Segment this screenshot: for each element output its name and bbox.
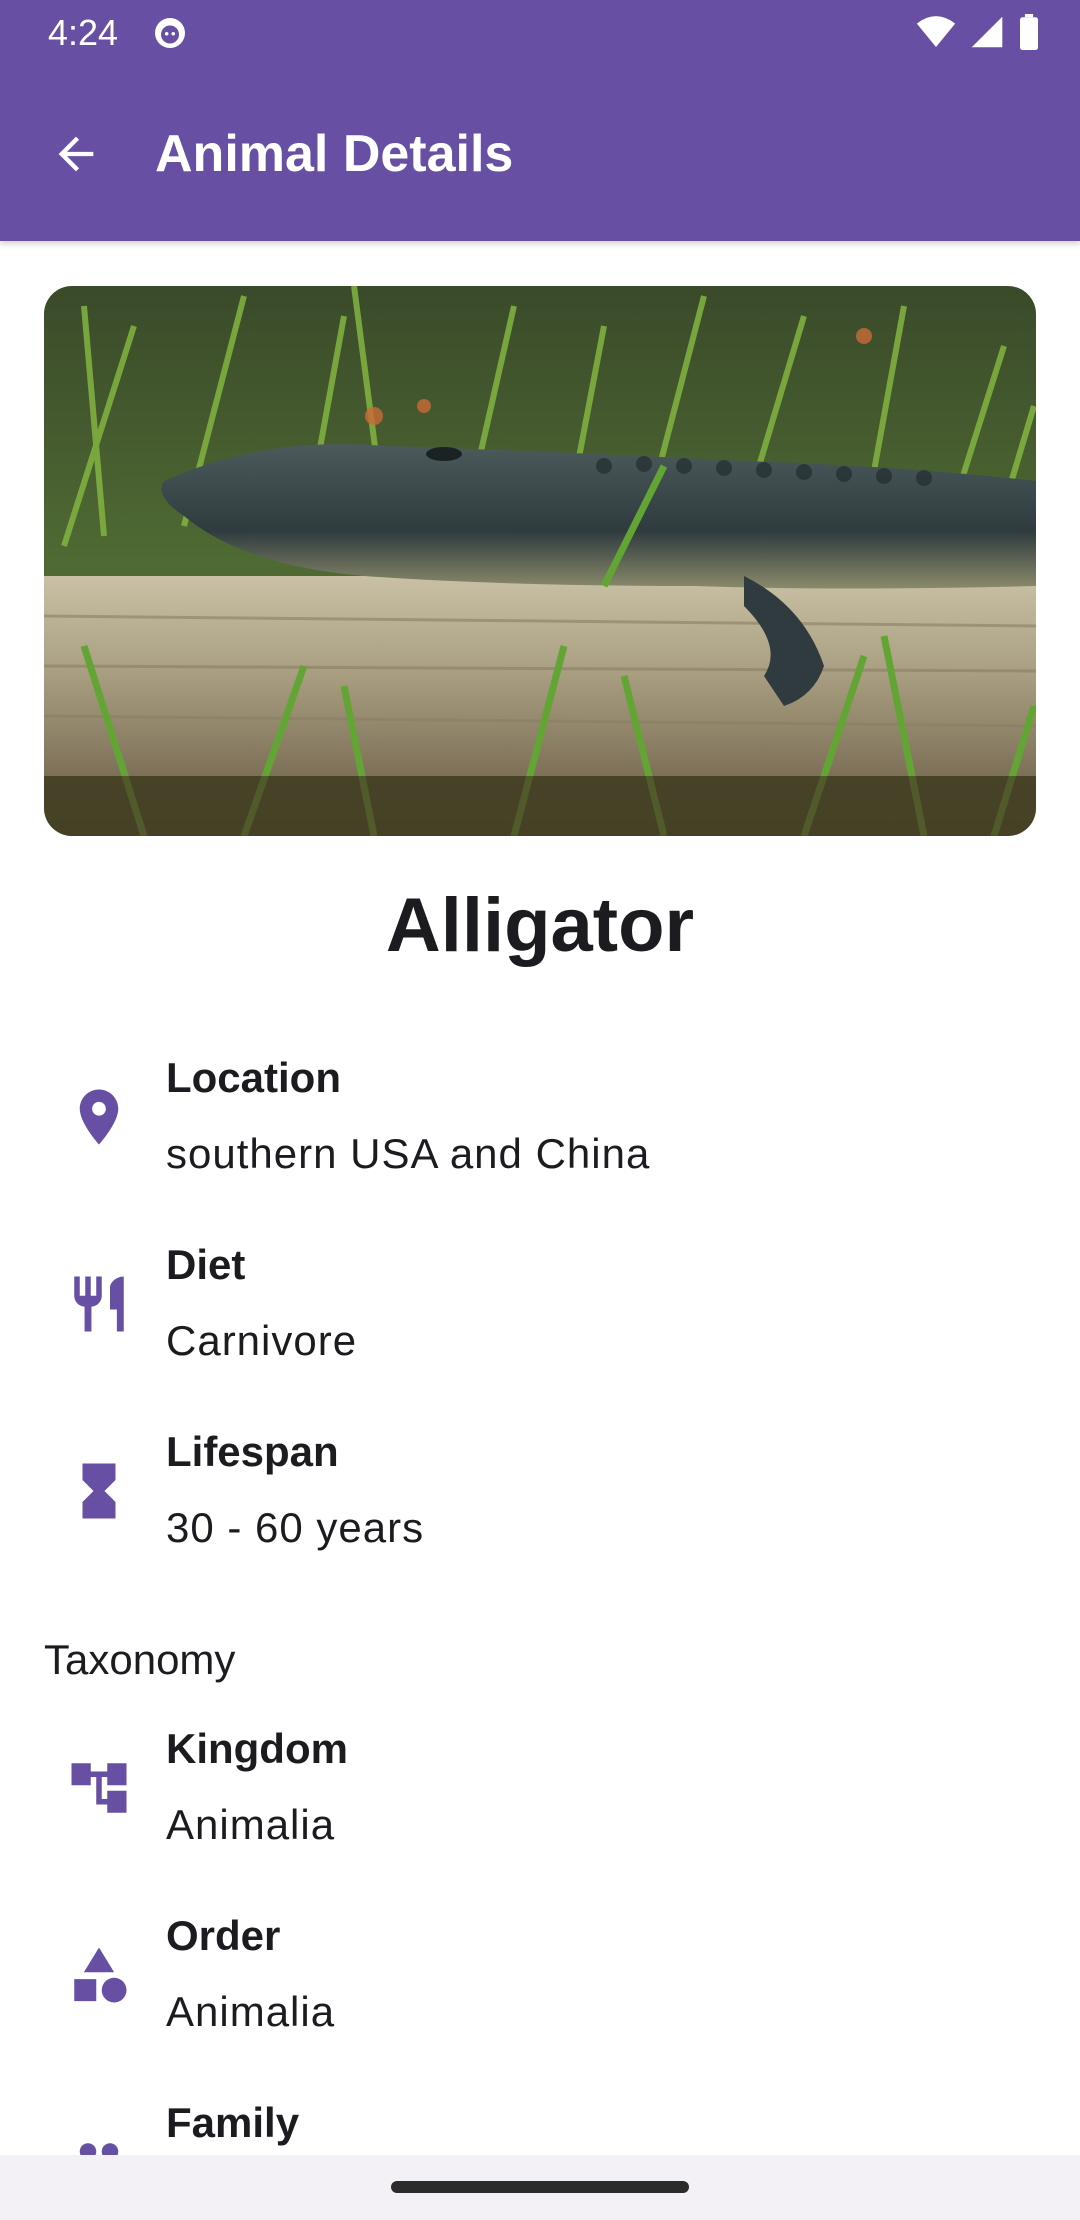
location-pin-icon [79, 1089, 119, 1145]
taxonomy-row-kingdom: Kingdom Animalia [0, 1721, 1080, 1871]
status-icons [916, 14, 1040, 50]
arrow-back-icon [58, 136, 94, 172]
taxonomy-label: Family [166, 2099, 300, 2146]
taxonomy-label: Kingdom [166, 1725, 348, 1772]
battery-icon [1020, 14, 1038, 50]
detail-row-lifespan: Lifespan 30 - 60 years [0, 1424, 1080, 1574]
animal-image [44, 286, 1036, 836]
hierarchy-icon [71, 1763, 127, 1813]
home-gesture-handle[interactable] [391, 2181, 689, 2193]
detail-label: Location [166, 1054, 341, 1101]
app-bar-title: Animal Details [155, 125, 514, 183]
cell-signal-icon [971, 16, 1003, 48]
taxonomy-section-title: Taxonomy [44, 1636, 236, 1683]
taxonomy-label: Order [166, 1912, 281, 1959]
detail-label: Diet [166, 1241, 246, 1288]
animal-name: Alligator [385, 883, 695, 968]
hourglass-icon [82, 1463, 116, 1519]
detail-row-location: Location southern USA and China [0, 1050, 1080, 1200]
detail-row-diet: Diet Carnivore [0, 1237, 1080, 1387]
shapes-icon [74, 1947, 127, 2003]
notification-app-icon [155, 18, 185, 48]
wifi-icon [916, 16, 956, 47]
detail-value: 30 - 60 years [166, 1504, 425, 1551]
screen: 4:24 Animal Details Alligator Location s… [0, 0, 1080, 2220]
status-time: 4:24 [48, 12, 119, 53]
taxonomy-value: Animalia [166, 1801, 336, 1848]
gesture-navigation-bar [0, 2155, 1080, 2220]
detail-value: Carnivore [166, 1317, 358, 1364]
taxonomy-row-order: Order Animalia [0, 1908, 1080, 2058]
taxonomy-value: Animalia [166, 1988, 336, 2035]
top-app-bar: 4:24 Animal Details [0, 0, 1080, 241]
back-button[interactable] [40, 118, 112, 190]
restaurant-icon [74, 1276, 124, 1332]
detail-value: southern USA and China [166, 1130, 651, 1177]
detail-label: Lifespan [166, 1428, 339, 1475]
